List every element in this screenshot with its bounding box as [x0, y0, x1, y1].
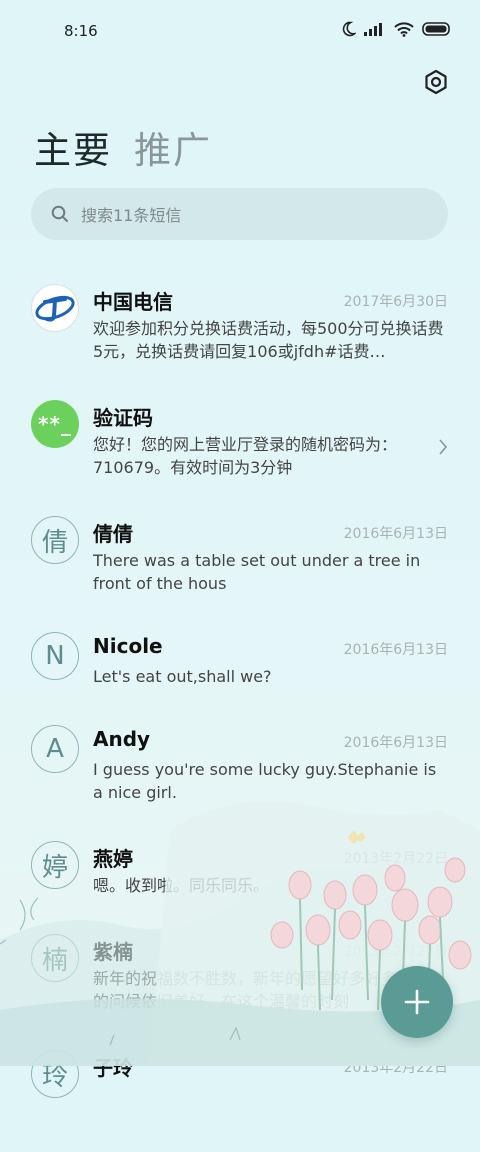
- moon-icon: [342, 21, 356, 37]
- search-placeholder: 搜索11条短信: [81, 206, 182, 225]
- search-icon: [51, 205, 68, 222]
- wifi-icon: [394, 21, 414, 37]
- avatar: 婷: [31, 841, 79, 889]
- conversation-date: 2013年2月22日: [343, 1060, 448, 1076]
- avatar: A: [31, 725, 79, 773]
- avatar: 倩: [31, 516, 79, 564]
- conversation-name: Nicole: [93, 634, 163, 658]
- conversation-date: 2016年6月13日: [343, 526, 448, 542]
- conversation-name: 燕婷: [93, 847, 133, 871]
- conversation-name: Andy: [93, 727, 151, 751]
- conversation-preview: I guess you're some lucky guy.Stephanie …: [93, 760, 437, 802]
- conversation-preview: Let's eat out,shall we?: [93, 667, 272, 686]
- conversation-item[interactable]: **_ 验证码 您好！您的网上营业厅登录的随机密码为：710679。有效时间为3…: [0, 386, 480, 502]
- conversation-item[interactable]: 中国电信 2017年6月30日 欢迎参加积分兑换话费活动，每500分可兑换话费5…: [0, 270, 480, 386]
- conversation-preview: 您好！您的网上营业厅登录的随机密码为：710679。有效时间为3分钟: [93, 435, 398, 477]
- search-bar[interactable]: 搜索11条短信: [31, 188, 448, 240]
- conversation-date: 2016年6月13日: [343, 735, 448, 751]
- conversation-name: 验证码: [93, 406, 153, 430]
- compose-button[interactable]: [381, 966, 453, 1038]
- conversation-item[interactable]: 婷 燕婷 2013年2月22日 嗯。收到啦。同乐同乐。: [0, 827, 480, 920]
- status-time: 8:16: [64, 22, 98, 40]
- chevron-right-icon: [439, 439, 448, 455]
- battery-icon: [422, 22, 450, 36]
- avatar: 楠: [31, 934, 79, 982]
- china-telecom-logo: [31, 284, 79, 332]
- conversation-item[interactable]: 玲 子玲 2013年2月22日: [0, 1036, 480, 1152]
- conversation-item[interactable]: N Nicole 2016年6月13日 Let's eat out,shall …: [0, 618, 480, 711]
- signal-icon: [364, 23, 382, 36]
- conversation-item[interactable]: A Andy 2016年6月13日 I guess you're some lu…: [0, 711, 480, 827]
- status-bar: 8:16: [0, 0, 480, 62]
- gear-icon: [425, 69, 447, 95]
- conversation-item[interactable]: 倩 倩倩 2016年6月13日 There was a table set ou…: [0, 502, 480, 618]
- tab-promotions[interactable]: 推广: [134, 120, 212, 174]
- settings-button[interactable]: [422, 68, 450, 96]
- plus-icon: [404, 989, 430, 1015]
- conversation-date: 2016年6月13日: [343, 642, 448, 658]
- conversation-preview: There was a table set out under a tree i…: [93, 551, 421, 593]
- conversation-date: 2017年6月30日: [343, 294, 448, 310]
- conversation-date: 2013年2月22日: [343, 851, 448, 867]
- conversation-name: 中国电信: [93, 290, 173, 314]
- status-icons: [340, 21, 452, 37]
- tab-bar: 主要 推广: [34, 120, 212, 174]
- conversation-name: 子玲: [93, 1056, 133, 1080]
- avatar: **_: [31, 400, 79, 448]
- conversation-name: 倩倩: [93, 522, 133, 546]
- conversation-preview: 欢迎参加积分兑换话费活动，每500分可兑换话费5元，兑换话费请回复106或jfd…: [93, 319, 444, 361]
- avatar: N: [31, 632, 79, 680]
- tab-primary[interactable]: 主要: [34, 120, 112, 174]
- conversation-name: 紫楠: [93, 940, 133, 964]
- avatar: 玲: [31, 1050, 79, 1098]
- conversation-preview: 嗯。收到啦。同乐同乐。: [93, 876, 270, 895]
- conversation-date: 2013年2月22日: [343, 944, 448, 960]
